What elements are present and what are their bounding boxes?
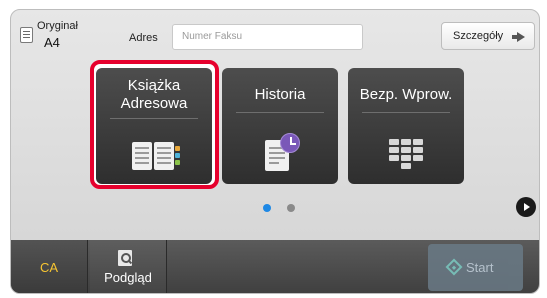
page-dot-active[interactable] [263, 204, 271, 212]
tile-quick-entry[interactable]: Bezp. Wprow. [348, 68, 464, 184]
bottom-bar: CA Podgląd Start [11, 240, 539, 293]
preview-icon [118, 250, 132, 266]
original-label[interactable]: Oryginał [37, 20, 78, 32]
tile-quick-entry-label: Bezp. Wprow. [359, 86, 453, 103]
start-icon [445, 258, 463, 276]
arrow-right-icon [512, 32, 525, 42]
original-size[interactable]: A4 [44, 35, 60, 50]
start-button-label: Start [466, 260, 494, 275]
original-document-icon[interactable] [20, 27, 33, 43]
tile-history-label: Historia [254, 86, 306, 103]
details-button[interactable]: Szczegóły [441, 22, 535, 50]
tile-history[interactable]: Historia [222, 68, 338, 184]
keypad-icon [389, 139, 425, 170]
next-page-button[interactable] [516, 197, 536, 217]
tile-address-book[interactable]: Książka Adresowa [96, 68, 212, 184]
preview-button[interactable]: Podgląd [90, 240, 167, 293]
ca-button-label: CA [39, 260, 59, 275]
tile-address-book-label-line2: Adresowa [120, 95, 188, 112]
address-label: Adres [129, 32, 158, 44]
start-button[interactable]: Start [428, 244, 523, 291]
ca-button[interactable]: CA [11, 240, 88, 293]
clock-icon [280, 133, 300, 153]
address-book-icon [132, 142, 180, 170]
preview-button-label: Podgląd [104, 270, 152, 285]
fax-number-input[interactable]: Numer Faksu [172, 24, 363, 50]
page-dot-inactive[interactable] [287, 204, 295, 212]
top-bar: Oryginał A4 Adres Numer Faksu Szczegóły [11, 10, 539, 56]
tile-address-book-label-line1: Książka [127, 77, 181, 94]
fax-screen: Oryginał A4 Adres Numer Faksu Szczegóły … [10, 9, 540, 294]
details-button-label: Szczegóły [453, 30, 504, 42]
